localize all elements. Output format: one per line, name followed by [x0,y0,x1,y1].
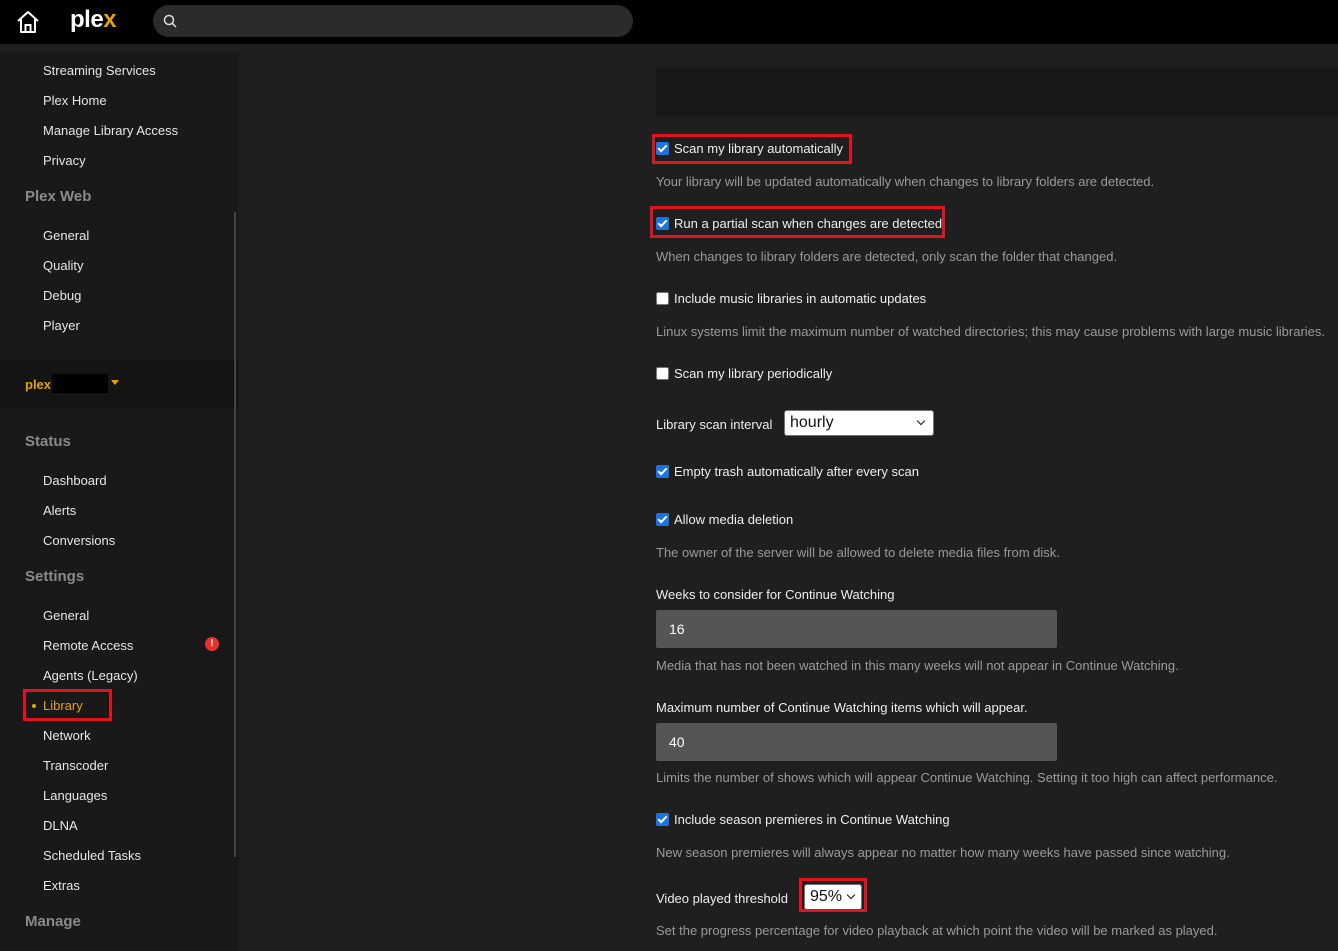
sidebar-item-agents-legacy[interactable]: Agents (Legacy) [43,668,138,683]
caret-down-icon [111,380,119,385]
weeks-continue-help: Media that has not been watched in this … [656,658,1179,673]
search-icon [163,14,177,28]
sidebar-heading-status: Status [25,433,71,450]
sidebar-item-streaming-services[interactable]: Streaming Services [43,63,156,78]
home-icon[interactable] [14,9,42,35]
played-threshold-help: Set the progress percentage for video pl… [656,923,1218,938]
empty-trash-label: Empty trash automatically after every sc… [674,464,919,479]
top-bar: plex [0,0,1338,44]
highlight-library [23,689,112,721]
logo-text: ple [70,6,104,33]
sidebar-item-remote-access[interactable]: Remote Access [43,638,133,653]
redacted-server-name [52,374,108,393]
sidebar-item-alerts[interactable]: Alerts [43,503,76,518]
highlight-scan-auto [652,134,852,164]
highlight-played-threshold [799,878,867,912]
scan-auto-help: Your library will be updated automatical… [656,174,1155,189]
weeks-continue-field[interactable] [656,610,1057,648]
server-selector[interactable]: plex [0,359,234,409]
season-premieres-help: New season premieres will always appear … [656,845,1230,860]
search-bar[interactable] [153,5,633,37]
sidebar-item-general[interactable]: General [43,608,89,623]
max-continue-input[interactable] [669,723,1049,761]
sidebar-item-manage-library-access[interactable]: Manage Library Access [43,123,178,138]
music-updates-option[interactable]: Include music libraries in automatic upd… [656,291,926,306]
season-premieres-option[interactable]: Include season premieres in Continue Wat… [656,812,950,827]
allow-deletion-help: The owner of the server will be allowed … [656,545,1060,560]
played-threshold-label: Video played threshold [656,891,789,906]
music-updates-label: Include music libraries in automatic upd… [674,291,927,306]
sidebar-item-plex-home[interactable]: Plex Home [43,93,107,108]
logo-accent: x [103,6,117,33]
season-premieres-label: Include season premieres in Continue Wat… [674,812,950,827]
server-name: plex [25,377,52,392]
allow-deletion-checkbox[interactable] [656,513,669,526]
plex-logo[interactable]: plex [70,6,117,34]
sidebar-item-web-general[interactable]: General [43,228,89,243]
sidebar-item-scheduled-tasks[interactable]: Scheduled Tasks [43,848,141,863]
sidebar-item-web-debug[interactable]: Debug [43,288,81,303]
allow-deletion-option[interactable]: Allow media deletion [656,512,793,527]
highlight-partial-scan [650,206,945,238]
empty-trash-checkbox[interactable] [656,465,669,478]
sidebar-item-conversions[interactable]: Conversions [43,533,115,548]
sidebar [0,52,239,951]
sidebar-heading-manage: Manage [25,913,81,930]
scan-periodic-label: Scan my library periodically [674,366,833,381]
sidebar-item-privacy[interactable]: Privacy [43,153,86,168]
sidebar-item-languages[interactable]: Languages [43,788,107,803]
empty-trash-option[interactable]: Empty trash automatically after every sc… [656,464,919,479]
season-premieres-checkbox[interactable] [656,813,669,826]
sidebar-item-network[interactable]: Network [43,728,91,743]
sidebar-item-web-quality[interactable]: Quality [43,258,83,273]
scan-interval-label: Library scan interval [656,417,773,432]
sidebar-item-extras[interactable]: Extras [43,878,80,893]
scan-periodic-option[interactable]: Scan my library periodically [656,366,832,381]
settings-panel-header [656,67,1338,117]
sidebar-item-transcoder[interactable]: Transcoder [43,758,108,773]
weeks-continue-label: Weeks to consider for Continue Watching [656,587,895,602]
allow-deletion-label: Allow media deletion [674,512,794,527]
alert-icon: ! [205,637,219,651]
music-updates-checkbox[interactable] [656,292,669,305]
partial-scan-help: When changes to library folders are dete… [656,249,1118,264]
sidebar-scrollbar[interactable] [234,212,236,857]
sidebar-item-web-player[interactable]: Player [43,318,80,333]
max-continue-label: Maximum number of Continue Watching item… [656,700,1028,715]
music-updates-help: Linux systems limit the maximum number o… [656,324,1326,339]
scan-interval-select[interactable]: hourly [784,410,934,436]
max-continue-help: Limits the number of shows which will ap… [656,770,1278,785]
scan-interval-value: hourly [790,414,834,431]
max-continue-field[interactable] [656,723,1057,761]
sidebar-item-dlna[interactable]: DLNA [43,818,78,833]
weeks-continue-input[interactable] [669,610,1049,648]
search-input[interactable] [187,5,617,37]
sidebar-item-dashboard[interactable]: Dashboard [43,473,107,488]
sidebar-heading-settings: Settings [25,568,85,585]
chevron-down-icon [916,416,926,426]
scan-periodic-checkbox[interactable] [656,367,669,380]
sidebar-heading-plex-web: Plex Web [25,188,92,205]
